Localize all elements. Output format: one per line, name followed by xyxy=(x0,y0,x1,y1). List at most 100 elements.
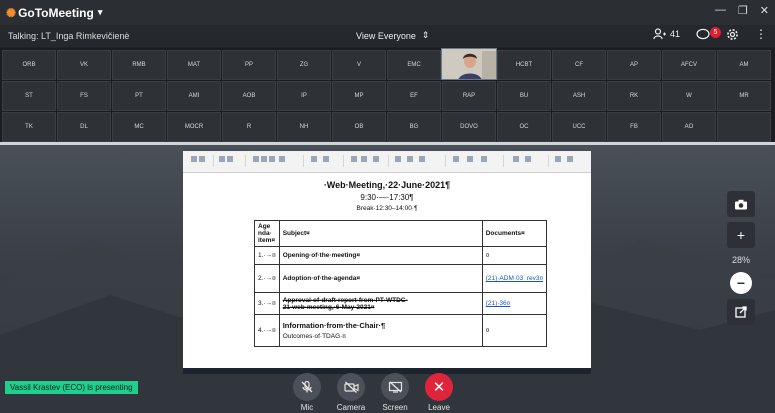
participant-tile[interactable]: ZG xyxy=(277,50,331,80)
ribbon-tool-icon[interactable] xyxy=(269,156,275,162)
ribbon-tool-icon[interactable] xyxy=(567,156,573,162)
ribbon-tool-icon[interactable] xyxy=(395,156,401,162)
participant-tile[interactable]: EMC xyxy=(387,50,441,80)
settings-button[interactable] xyxy=(726,28,739,41)
ribbon-tool-icon[interactable] xyxy=(279,156,285,162)
participant-tile[interactable]: OB xyxy=(332,112,386,142)
ribbon-tool-icon[interactable] xyxy=(419,156,425,162)
participant-tile[interactable]: V xyxy=(332,50,386,80)
participant-tile[interactable]: RK xyxy=(607,81,661,111)
participant-tile[interactable]: NH xyxy=(277,112,331,142)
participant-tile[interactable]: ASH xyxy=(552,81,606,111)
participant-initials: UCC xyxy=(572,124,586,130)
participant-tile[interactable]: MOCR xyxy=(167,112,221,142)
participant-tile[interactable]: DL xyxy=(57,112,111,142)
participant-tile[interactable]: ORB xyxy=(2,50,56,80)
participant-tile[interactable]: IP xyxy=(277,81,331,111)
screen-share-off-icon xyxy=(381,373,409,401)
participant-tile[interactable]: FB xyxy=(607,112,661,142)
ribbon-tool-icon[interactable] xyxy=(227,156,233,162)
ribbon-tool-icon[interactable] xyxy=(481,156,487,162)
ribbon-tool-icon[interactable] xyxy=(191,156,197,162)
camera-button[interactable]: Camera xyxy=(337,373,365,412)
screenshot-button[interactable] xyxy=(727,191,755,217)
external-window-icon xyxy=(735,306,747,318)
agenda-item-number: 1.·→¤ xyxy=(254,246,280,265)
ribbon-tool-icon[interactable] xyxy=(453,156,459,162)
ribbon-tool-icon[interactable] xyxy=(555,156,561,162)
restore-button[interactable]: ❐ xyxy=(738,4,748,17)
participant-tile[interactable]: EF xyxy=(387,81,441,111)
document-title: ·Web·Meeting,·22·June·2021¶ xyxy=(323,180,451,190)
participant-tile[interactable]: TK xyxy=(2,112,56,142)
ribbon-tool-icon[interactable] xyxy=(311,156,317,162)
participant-tile[interactable]: AM xyxy=(717,50,771,80)
close-button[interactable]: ✕ xyxy=(760,4,769,17)
participant-tile[interactable]: HCBT xyxy=(497,50,551,80)
ribbon-tool-icon[interactable] xyxy=(261,156,267,162)
more-options-button[interactable]: ⋮ xyxy=(755,27,767,41)
table-row: 2.·→¤ Adoption·of·the·agenda¤ (21)·ADM·0… xyxy=(254,264,548,293)
agenda-document-link[interactable]: (21)·ADM·03_rev3¤ xyxy=(481,264,548,293)
participant-tile[interactable]: AOB xyxy=(222,81,276,111)
participant-initials: RAP xyxy=(462,93,476,99)
participant-tile[interactable]: PT xyxy=(112,81,166,111)
ribbon-tool-icon[interactable] xyxy=(407,156,413,162)
people-icon xyxy=(653,28,666,40)
ribbon-tool-icon[interactable] xyxy=(199,156,205,162)
ribbon-tool-icon[interactable] xyxy=(525,156,531,162)
zoom-level: 28% xyxy=(731,255,750,265)
participant-video-tile[interactable] xyxy=(441,48,497,80)
minimize-button[interactable]: — xyxy=(715,4,726,17)
participant-tile[interactable]: VK xyxy=(57,50,111,80)
participant-tile[interactable]: AO xyxy=(662,112,716,142)
participant-tile[interactable]: CF xyxy=(552,50,606,80)
zoom-in-button[interactable]: + xyxy=(727,222,755,248)
participant-tile[interactable]: MC xyxy=(112,112,166,142)
leave-button[interactable]: ✕ Leave xyxy=(425,373,453,412)
participant-tile[interactable]: ST xyxy=(2,81,56,111)
popout-button[interactable] xyxy=(727,299,755,325)
zoom-out-button[interactable]: − xyxy=(730,272,752,294)
participant-tile[interactable]: MAT xyxy=(167,50,221,80)
ribbon-tool-icon[interactable] xyxy=(323,156,329,162)
participant-tile[interactable]: OC xyxy=(497,112,551,142)
app-logo-menu[interactable]: ✺ GoToMeeting ▾ xyxy=(6,6,102,20)
participant-tile[interactable]: MP xyxy=(332,81,386,111)
ribbon-tool-icon[interactable] xyxy=(361,156,367,162)
participant-tile[interactable]: FS xyxy=(57,81,111,111)
participant-tile[interactable]: UCC xyxy=(552,112,606,142)
participant-initials: RK xyxy=(629,93,639,99)
participant-tile[interactable]: AP xyxy=(607,50,661,80)
chat-button[interactable]: 5 xyxy=(696,27,721,40)
shared-document-window[interactable]: ·Web·Meeting,·22·June·2021¶ 9:30·—·17:30… xyxy=(183,151,591,374)
ribbon-tool-icon[interactable] xyxy=(351,156,357,162)
participant-tile[interactable]: RAP xyxy=(442,81,496,111)
participant-tile[interactable]: RMB xyxy=(112,50,166,80)
participant-initials: OB xyxy=(354,124,364,130)
participant-tile[interactable]: R xyxy=(222,112,276,142)
ribbon-tool-icon[interactable] xyxy=(513,156,519,162)
participant-initials: BU xyxy=(519,93,529,99)
view-mode-selector[interactable]: View Everyone ⇕ xyxy=(356,30,429,41)
participant-tile[interactable]: MR xyxy=(717,81,771,111)
ribbon-tool-icon[interactable] xyxy=(253,156,259,162)
participant-initials: NH xyxy=(299,124,309,130)
participant-tile[interactable]: W xyxy=(662,81,716,111)
participant-tile[interactable]: AMI xyxy=(167,81,221,111)
participant-tile[interactable]: PP xyxy=(222,50,276,80)
attendees-button[interactable]: 41 xyxy=(653,28,680,40)
screen-share-button[interactable]: Screen xyxy=(381,373,409,412)
agenda-document-link[interactable]: (21)·36¤ xyxy=(481,292,548,315)
participant-tile[interactable]: BG xyxy=(387,112,441,142)
presenter-banner: Vassil Krastev (ECO) is presenting xyxy=(5,381,138,394)
ribbon-tool-icon[interactable] xyxy=(373,156,379,162)
ribbon-tool-icon[interactable] xyxy=(467,156,473,162)
ribbon-group-divider xyxy=(245,155,246,167)
mic-button[interactable]: Mic xyxy=(293,373,321,412)
agenda-item-number: 4.·→¤ xyxy=(254,314,280,347)
participant-tile[interactable]: DOVO xyxy=(442,112,496,142)
ribbon-tool-icon[interactable] xyxy=(219,156,225,162)
participant-tile[interactable]: AFCV xyxy=(662,50,716,80)
participant-tile[interactable]: BU xyxy=(497,81,551,111)
